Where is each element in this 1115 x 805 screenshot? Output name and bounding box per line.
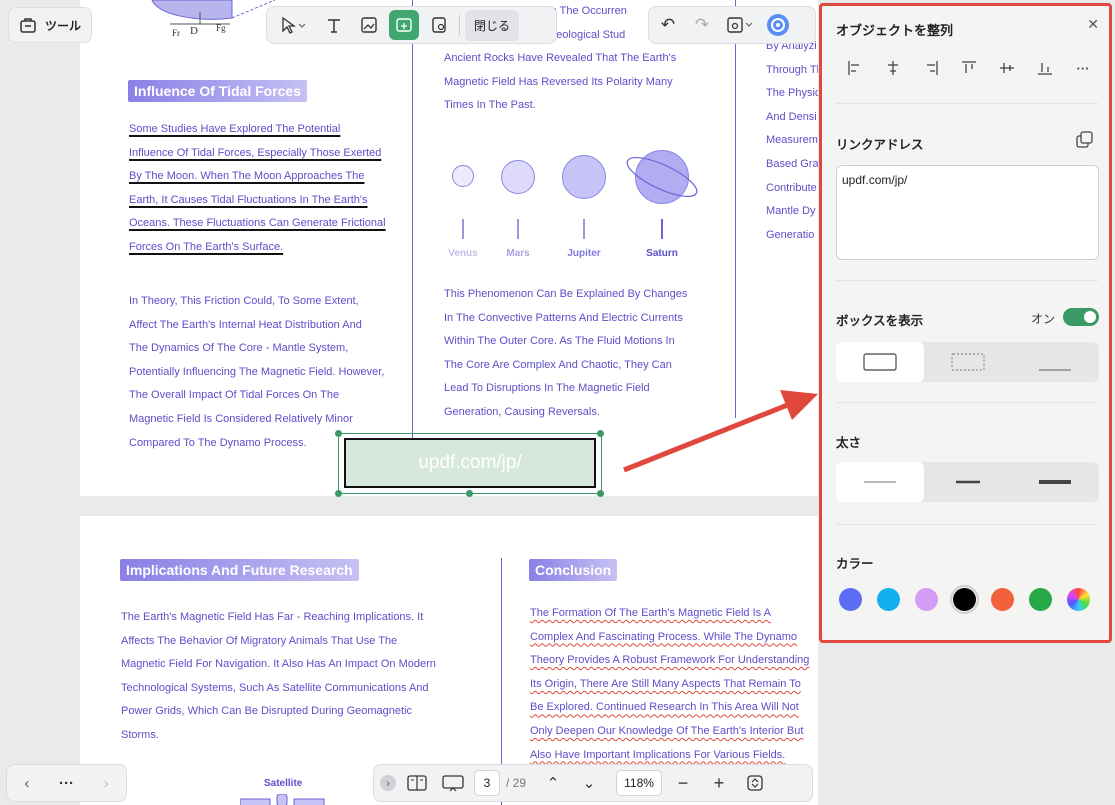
color-swatch-blue[interactable] [839, 588, 862, 611]
thickness-thick[interactable] [1011, 462, 1099, 502]
page-nav-pill: ‹ ··· › [6, 764, 127, 802]
close-icon[interactable]: ✕ [1087, 16, 1099, 33]
tools-label: ツール [45, 18, 82, 33]
align-left-icon[interactable] [836, 57, 874, 79]
box-style-selector [836, 342, 1099, 382]
more-icon[interactable]: ··· [1064, 57, 1102, 79]
location-page-icon [432, 17, 446, 33]
expand-sidebar-icon[interactable]: › [380, 775, 396, 791]
fit-page-icon [747, 775, 763, 791]
divider [836, 524, 1098, 525]
box-style-dashed[interactable] [924, 342, 1012, 382]
color-swatch-cyan[interactable] [877, 588, 900, 611]
align-center-icon[interactable] [874, 57, 912, 79]
solid-box-icon [863, 353, 897, 371]
thickness-label: 太さ [836, 436, 862, 450]
align-top-icon[interactable] [950, 57, 988, 79]
dashed-box-icon [951, 353, 984, 371]
thickness-thin[interactable] [836, 462, 924, 502]
ai-assistant-button[interactable] [763, 10, 793, 40]
fit-page-button[interactable] [740, 768, 770, 798]
page-layout-button[interactable] [402, 768, 432, 798]
color-label: カラー [836, 557, 874, 571]
color-swatch-green[interactable] [1029, 588, 1052, 611]
redo-button[interactable]: ↷ [687, 10, 717, 40]
show-box-state: オン [1031, 312, 1056, 326]
presentation-icon [442, 775, 464, 792]
history-toolbar: ↶ ↷ [648, 6, 816, 44]
thickness-medium[interactable] [924, 462, 1012, 502]
text-tool-button[interactable] [319, 10, 349, 40]
thin-line-icon [863, 481, 896, 483]
chevron-down-icon: ⌄ [582, 775, 596, 792]
divider [836, 402, 1098, 403]
box-style-underline[interactable] [1011, 342, 1099, 382]
tools-icon [20, 18, 36, 33]
toolbar-divider [459, 15, 460, 35]
chevron-up-icon: ⌃ [546, 775, 560, 792]
page-total: / 29 [506, 776, 527, 790]
close-edit-button[interactable]: 閉じる [465, 9, 520, 41]
copy-icon[interactable] [1076, 131, 1094, 154]
chevron-right-icon[interactable]: › [91, 768, 121, 798]
thickness-selector [836, 462, 1099, 502]
show-box-toggle[interactable] [1063, 308, 1099, 326]
redo-icon: ↷ [694, 15, 710, 34]
zoom-out-button[interactable]: − [668, 768, 698, 798]
prev-page-button[interactable]: ⌃ [538, 768, 568, 798]
color-swatch-purple[interactable] [915, 588, 938, 611]
annotation-toolbar: 閉じる [266, 6, 557, 44]
attachment-tool-button[interactable] [424, 10, 454, 40]
link-address-input[interactable]: updf.com/jp/ [836, 165, 1099, 260]
text-icon [328, 19, 340, 33]
divider [836, 103, 1098, 104]
align-row: ··· [836, 57, 1102, 79]
properties-panel: オブジェクトを整列 ✕ ··· リンクアドレス updf.com/jp/ ボック… [819, 3, 1112, 643]
minus-icon: − [677, 772, 689, 793]
align-bottom-icon[interactable] [1026, 57, 1064, 79]
more-icon[interactable]: ··· [51, 768, 81, 798]
next-page-button[interactable]: ⌄ [574, 768, 604, 798]
color-swatch-custom[interactable] [1067, 588, 1090, 611]
zoom-level[interactable]: 118% [616, 770, 663, 796]
chevron-left-icon[interactable]: ‹ [12, 768, 42, 798]
bottom-toolbar: › 3 / 29 ⌃ ⌄ 118% − + [373, 764, 813, 802]
tools-button[interactable]: ツール [8, 7, 92, 43]
medium-line-icon [955, 480, 980, 484]
underline-icon [1039, 369, 1072, 371]
cursor-icon [282, 16, 306, 34]
panel-title: オブジェクトを整列 [836, 23, 954, 38]
align-right-icon[interactable] [912, 57, 950, 79]
thick-line-icon [1039, 480, 1072, 484]
presentation-button[interactable] [438, 768, 468, 798]
color-swatch-orange[interactable] [991, 588, 1014, 611]
link-address-label: リンクアドレス [836, 138, 924, 152]
page-number-input[interactable]: 3 [474, 770, 500, 796]
page-layout-icon [407, 775, 427, 791]
undo-button[interactable]: ↶ [653, 10, 683, 40]
ai-assistant-icon [767, 14, 789, 36]
save-button[interactable] [721, 10, 759, 40]
plus-icon: + [713, 772, 725, 793]
undo-icon: ↶ [660, 15, 676, 34]
box-style-solid[interactable] [836, 342, 924, 382]
image-icon [361, 17, 377, 33]
zoom-in-button[interactable]: + [704, 768, 734, 798]
image-tool-button[interactable] [354, 10, 384, 40]
select-tool-button[interactable] [272, 10, 314, 40]
align-middle-icon[interactable] [988, 57, 1026, 79]
show-box-label: ボックスを表示 [836, 314, 924, 328]
divider [836, 280, 1098, 281]
color-swatch-black[interactable] [953, 588, 976, 611]
link-tool-button[interactable] [389, 10, 419, 40]
link-icon [396, 18, 412, 32]
save-icon [727, 17, 753, 33]
